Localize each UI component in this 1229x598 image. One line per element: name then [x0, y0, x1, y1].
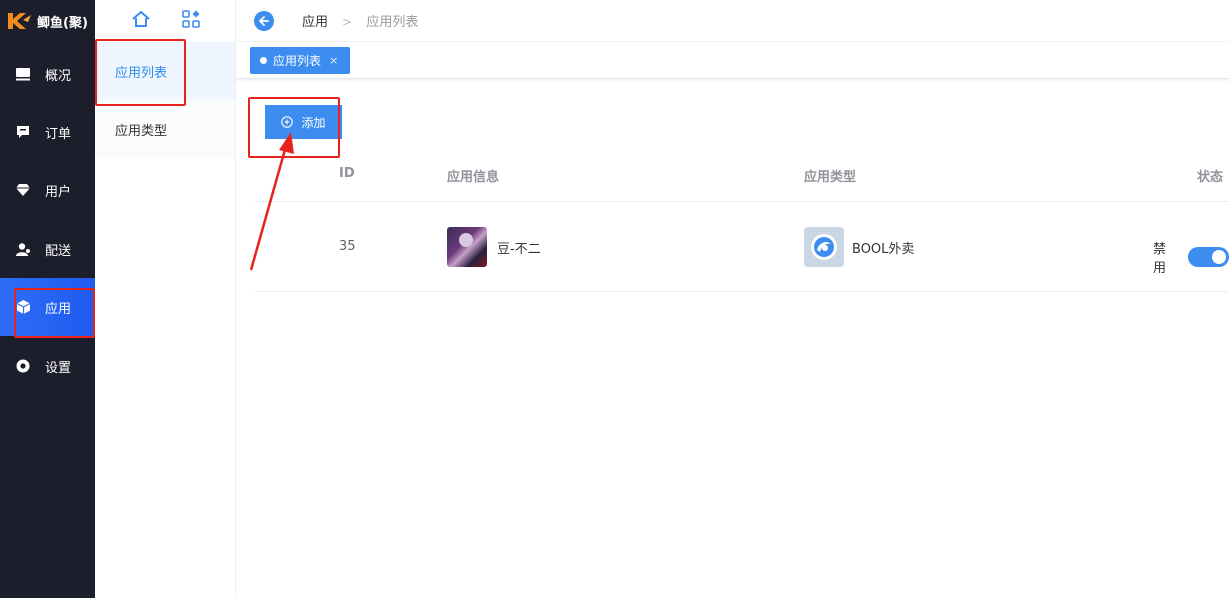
tab-label: 应用列表: [273, 54, 322, 68]
breadcrumb-current: 应用列表: [366, 15, 419, 30]
col-header-info[interactable]: 应用信息: [447, 166, 499, 185]
col-header-id[interactable]: ID: [339, 166, 355, 181]
add-button-label: 添加: [301, 115, 326, 130]
app-avatar: [447, 227, 487, 267]
settings-icon: [16, 359, 30, 373]
cell-app-type: BOOL外卖: [804, 227, 914, 267]
cell-id: 35: [339, 239, 356, 254]
sidebar-item-label: 设置: [45, 360, 72, 376]
col-header-type[interactable]: 应用类型: [804, 166, 856, 185]
table-header: ID 应用信息 应用类型 状态: [255, 150, 1229, 202]
app-type-logo-icon: [804, 227, 844, 267]
app-type-name: BOOL外卖: [852, 241, 915, 257]
cube-icon: [16, 300, 30, 314]
sidebar-item-users[interactable]: 用户: [0, 161, 95, 219]
sidebar-item-settings[interactable]: 设置: [0, 337, 95, 395]
cell-app-info: 豆-不二: [447, 227, 541, 267]
monitor-icon: [16, 67, 30, 81]
back-button[interactable]: [254, 10, 274, 31]
tab-dot-icon: [260, 57, 267, 64]
table-row[interactable]: 35 豆-不二 BOOL外卖 禁用: [255, 202, 1229, 292]
plus-circle-icon: [281, 116, 294, 128]
status-toggle[interactable]: [1188, 247, 1229, 267]
sidebar-item-label: 用户: [45, 184, 72, 200]
brand: 鲫鱼(聚): [0, 0, 95, 42]
cell-status: 禁用: [1153, 238, 1229, 276]
sidebar-item-label: 应用: [45, 301, 72, 317]
main-sidebar: 鲫鱼(聚) 概况 订单 用户 配送 应用 设置: [0, 0, 95, 598]
secondary-menu: 应用列表 应用类型: [95, 0, 236, 598]
home-icon[interactable]: [131, 10, 151, 32]
breadcrumb: 应用 > 应用列表: [302, 11, 418, 30]
add-button[interactable]: 添加: [265, 105, 342, 139]
submenu-toolbar: [95, 0, 235, 42]
tab-app-list[interactable]: 应用列表 ×: [250, 47, 351, 74]
sidebar-item-delivery[interactable]: 配送: [0, 220, 95, 278]
diamond-icon: [16, 183, 30, 197]
order-icon: [16, 125, 30, 139]
app-name: 豆-不二: [497, 241, 541, 257]
sidebar-item-orders[interactable]: 订单: [0, 103, 95, 161]
sidebar-item-label: 概况: [45, 68, 72, 84]
tab-close-icon[interactable]: ×: [329, 54, 338, 67]
sidebar-item-label: 配送: [45, 243, 72, 259]
submenu-item-label: 应用列表: [115, 65, 168, 81]
app-table: ID 应用信息 应用类型 状态 35 豆-不二 BOOL外卖 禁用: [255, 150, 1229, 292]
sidebar-item-apps[interactable]: 应用: [0, 278, 95, 336]
chevron-right-icon: >: [342, 15, 353, 29]
tab-bar: 应用列表 ×: [236, 42, 1229, 79]
col-header-status[interactable]: 状态: [1197, 166, 1223, 185]
sidebar-item-overview[interactable]: 概况: [0, 45, 95, 103]
sidebar-item-label: 订单: [45, 126, 72, 142]
submenu-item-app-types[interactable]: 应用类型: [95, 100, 235, 158]
page-header: 应用 > 应用列表: [236, 0, 1229, 42]
status-label: 禁用: [1153, 242, 1167, 276]
app-root: 鲫鱼(聚) 概况 订单 用户 配送 应用 设置 应用列表 应用类型 应用 > 应…: [0, 0, 1229, 598]
brand-name: 鲫鱼(聚): [37, 15, 88, 31]
submenu-item-label: 应用类型: [115, 123, 168, 139]
submenu-item-app-list[interactable]: 应用列表: [95, 42, 235, 100]
brand-logo-icon: [8, 13, 31, 29]
user-icon: [16, 242, 30, 256]
arrow-left-icon: [259, 15, 269, 26]
apps-grid-icon[interactable]: [181, 10, 200, 32]
breadcrumb-root[interactable]: 应用: [302, 15, 328, 30]
